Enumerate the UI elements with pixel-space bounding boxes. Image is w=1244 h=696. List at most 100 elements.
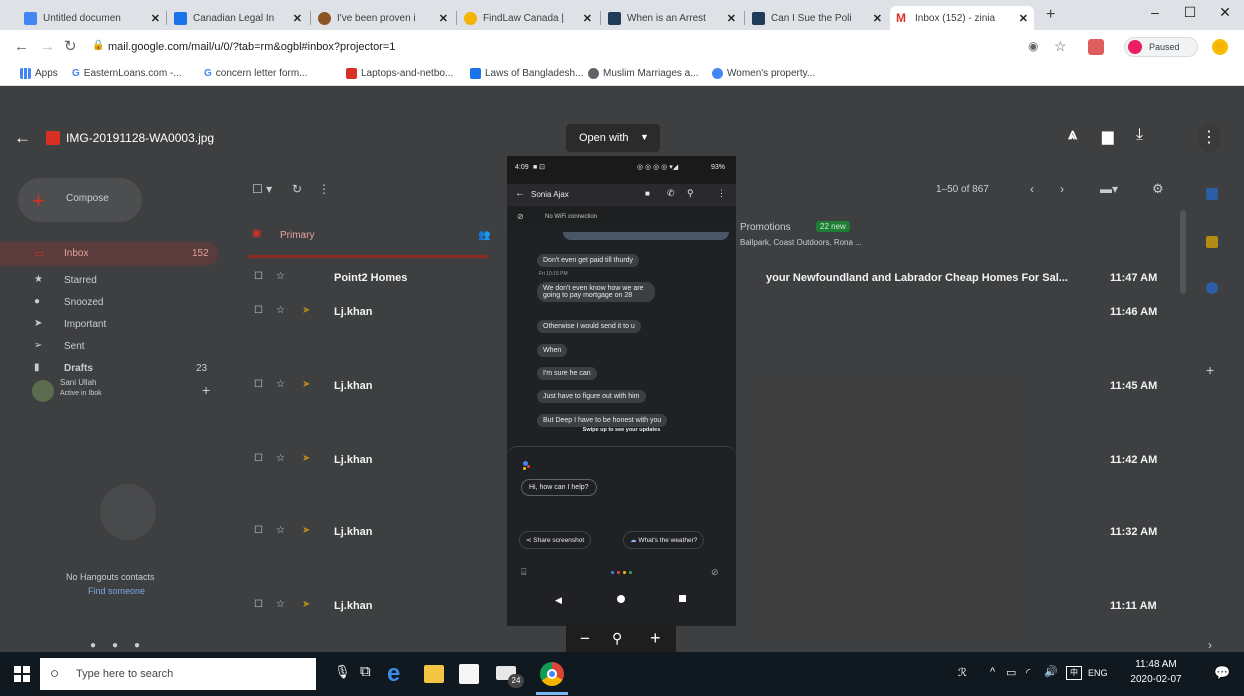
profile-button[interactable]: Paused [1124,37,1198,57]
address-bar[interactable]: 🔒 mail.google.com/mail/u/0/?tab=rm&ogbl#… [88,35,1018,59]
bookmark-womens-property[interactable]: Women's property... [712,68,815,79]
star-icon[interactable]: ☆ [276,453,285,464]
close-tab-icon[interactable]: ✕ [1019,12,1028,25]
nav-important[interactable]: ➤ Important [0,314,218,336]
extension-coin-icon[interactable] [1212,39,1228,55]
extension-icon[interactable] [1088,39,1104,55]
input-tools-icon[interactable]: ▬▾ [1100,182,1118,196]
row-checkbox[interactable]: ☐ [254,379,263,390]
compose-button[interactable]: + Compose [18,178,142,222]
scrollbar[interactable] [1180,210,1186,294]
star-icon[interactable]: ☆ [276,305,285,316]
important-marker-icon[interactable]: ➤ [302,379,310,390]
download-icon[interactable]: ⤓ [1136,126,1143,144]
tasks-icon[interactable] [1206,282,1218,294]
close-tab-icon[interactable]: ✕ [873,12,882,25]
minimize-button[interactable]: – [1140,4,1170,24]
phone-icon[interactable]: ● [134,640,140,651]
clock-date[interactable]: 2020-02-07 [1128,674,1184,685]
battery-icon[interactable]: ▭ [1006,666,1016,679]
tab-inbox[interactable]: M Inbox (152) - zinia ✕ [890,6,1034,30]
close-tab-icon[interactable]: ✕ [293,12,302,25]
calendar-icon[interactable] [1206,188,1218,200]
print-icon[interactable]: ▆ [1102,127,1114,145]
hangouts-contact[interactable]: Sani Ullah Active in Ibok + [30,376,220,408]
action-center-icon[interactable]: 💬 [1214,665,1230,681]
bookmark-muslim-marriages[interactable]: Muslim Marriages a... [588,68,699,79]
expand-panel-icon[interactable]: › [1208,638,1212,652]
tab-can-i-sue[interactable]: Can I Sue the Poli ✕ [746,6,888,30]
language-indicator[interactable]: ENG [1088,668,1108,678]
bookmark-concern-letter[interactable]: Gconcern letter form... [204,68,307,79]
close-viewer-arrow-icon[interactable]: ← [14,128,31,148]
star-icon[interactable]: ☆ [276,525,285,536]
tab-primary[interactable]: ▣ Primary [248,218,488,258]
tab-when-is-an-arrest[interactable]: When is an Arrest ✕ [602,6,742,30]
close-tab-icon[interactable]: ✕ [439,12,448,25]
tracking-icon[interactable]: ◉ [1028,39,1038,53]
more-options-icon[interactable]: ⋮ [1198,124,1220,152]
nav-inbox[interactable]: ▭ Inbox 152 [0,242,218,266]
show-hidden-icons-icon[interactable]: ^ [990,666,995,678]
wifi-icon[interactable]: ◜ [1026,666,1030,679]
new-tab-button[interactable]: + [1046,6,1055,24]
volume-icon[interactable]: 🔊 [1044,665,1058,678]
add-to-drive-icon[interactable]: ⩓ [1068,126,1077,144]
important-marker-icon[interactable]: ➤ [302,453,310,464]
refresh-icon[interactable]: ↻ [292,182,302,196]
tab-promotions[interactable]: Promotions 22 new Ballpark, Coast Outdoo… [736,218,956,258]
chrome-icon[interactable] [540,662,564,686]
zoom-out-button[interactable]: − [580,629,590,649]
next-page-icon[interactable]: › [1060,182,1064,196]
back-arrow-icon[interactable]: ← [14,38,29,55]
person-icon[interactable]: ● [90,640,96,651]
prev-page-icon[interactable]: ‹ [1030,182,1034,196]
important-marker-icon[interactable]: ➤ [302,599,310,610]
tab-findlaw[interactable]: FindLaw Canada | ✕ [458,6,598,30]
nav-sent[interactable]: ➢ Sent [0,336,218,358]
star-icon[interactable]: ☆ [276,379,285,390]
bookmark-apps[interactable]: Apps [20,68,58,79]
important-marker-icon[interactable]: ➤ [302,305,310,316]
maximize-button[interactable]: ☐ [1175,4,1205,24]
nav-snoozed[interactable]: ● Snoozed [0,292,218,314]
bookmark-easternloans[interactable]: G EasternLoans.com -... [72,68,182,79]
select-checkbox[interactable]: ☐ ▾ [252,182,272,196]
nav-starred[interactable]: ★ Starred [0,270,218,292]
star-icon[interactable]: ☆ [1054,38,1067,55]
row-checkbox[interactable]: ☐ [254,599,263,610]
store-icon[interactable] [459,664,479,684]
windows-start-icon[interactable] [14,666,30,682]
edge-browser-icon[interactable]: e [387,662,411,686]
open-with-button[interactable]: Open with ▼ [566,124,660,152]
more-icon[interactable]: ⋮ [318,182,330,196]
add-addon-icon[interactable]: + [1206,362,1214,378]
forward-arrow-icon[interactable]: → [40,38,55,55]
row-checkbox[interactable]: ☐ [254,453,263,464]
settings-gear-icon[interactable]: ⚙ [1152,181,1164,197]
people-icon[interactable]: ℛ [958,666,967,679]
close-tab-icon[interactable]: ✕ [583,12,592,25]
row-checkbox[interactable]: ☐ [254,305,263,316]
microphone-icon[interactable]: 🎙 [334,664,351,680]
zoom-in-button[interactable]: + [650,628,661,649]
tab-proven[interactable]: I've been proven i ✕ [312,6,454,30]
row-checkbox[interactable]: ☐ [254,271,263,282]
star-icon[interactable]: ☆ [276,599,285,610]
tab-untitled-document[interactable]: Untitled documen ✕ [18,6,166,30]
clock-time[interactable]: 11:48 AM [1128,659,1184,670]
bookmark-laptops[interactable]: Laptops-and-netbo... [346,68,453,79]
keep-icon[interactable] [1206,236,1218,248]
star-icon[interactable]: ☆ [276,271,285,282]
add-contact-icon[interactable]: + [202,382,210,398]
chat-icon[interactable]: ● [112,640,118,651]
reload-icon[interactable]: ↻ [64,37,77,55]
close-tab-icon[interactable]: ✕ [727,12,736,25]
mail-app-icon[interactable]: 24 [496,662,524,688]
row-checkbox[interactable]: ☐ [254,525,263,536]
zoom-magnifier-icon[interactable]: ⚲ [612,630,622,647]
close-tab-icon[interactable]: ✕ [151,12,160,25]
task-view-icon[interactable]: ⧉ [360,663,371,680]
close-window-button[interactable]: ✕ [1210,4,1240,24]
file-explorer-icon[interactable] [424,665,444,683]
